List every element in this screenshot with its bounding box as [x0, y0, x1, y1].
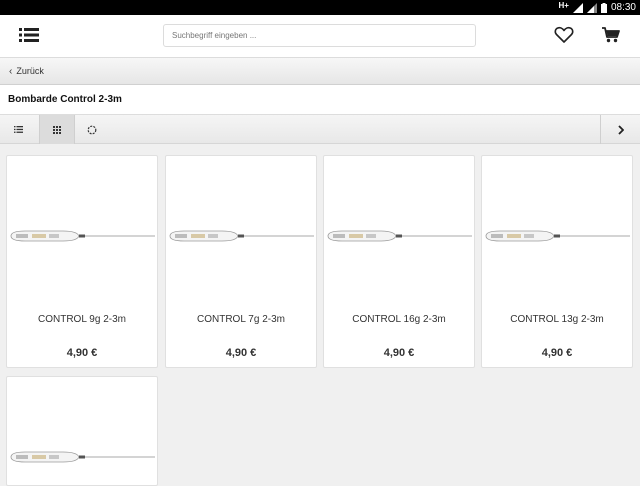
grid-view-button[interactable]: [39, 115, 75, 144]
product-name: CONTROL 16g 2-3m: [352, 314, 446, 325]
next-page-button[interactable]: [600, 115, 640, 144]
product-image: [169, 230, 314, 242]
signal-icon: [572, 2, 583, 13]
product-name: CONTROL 7g 2-3m: [197, 314, 285, 325]
grid-icon: [53, 125, 61, 134]
filter-button[interactable]: [74, 115, 110, 144]
chevron-left-icon: ‹: [9, 65, 13, 77]
product-card[interactable]: [6, 376, 158, 486]
page-title: Bombarde Control 2-3m: [8, 94, 122, 105]
product-price: 4,90 €: [383, 347, 415, 359]
heart-icon[interactable]: [554, 26, 574, 44]
search-input[interactable]: [163, 24, 476, 47]
back-bar: ‹ Zurück: [0, 58, 640, 85]
product-image: [327, 230, 472, 242]
view-toolbar: [0, 114, 640, 144]
product-image: [485, 230, 630, 242]
loading-spinner-icon: [87, 125, 97, 134]
product-card[interactable]: CONTROL 9g 2-3m 4,90 €: [6, 155, 158, 368]
list-view-button[interactable]: [0, 115, 36, 144]
back-label: Zurück: [16, 66, 44, 76]
chevron-right-icon: [617, 124, 624, 135]
status-time: 08:30: [610, 2, 636, 13]
battery-icon: [600, 2, 607, 13]
network-type: H+: [558, 1, 569, 10]
product-image: [10, 451, 155, 463]
product-name: CONTROL 13g 2-3m: [510, 314, 604, 325]
back-button[interactable]: ‹ Zurück: [9, 66, 44, 76]
product-image: [10, 230, 155, 242]
product-name: CONTROL 9g 2-3m: [38, 314, 126, 325]
title-bar: Bombarde Control 2-3m: [0, 85, 640, 114]
status-icons: H+ 08:30: [559, 1, 636, 14]
product-price: 4,90 €: [541, 347, 573, 359]
product-card[interactable]: CONTROL 7g 2-3m 4,90 €: [165, 155, 317, 368]
list-icon: [13, 126, 23, 133]
product-card[interactable]: CONTROL 13g 2-3m 4,90 €: [481, 155, 633, 368]
top-bar: [0, 15, 640, 58]
product-card[interactable]: CONTROL 16g 2-3m 4,90 €: [323, 155, 475, 368]
product-price: 4,90 €: [66, 347, 98, 359]
product-price: 4,90 €: [225, 347, 257, 359]
product-grid: CONTROL 9g 2-3m 4,90 € CONTROL 7g 2-3m 4…: [0, 144, 640, 486]
menu-icon[interactable]: [19, 27, 39, 43]
status-bar: H+ 08:30: [0, 0, 640, 15]
signal-strength-icon: [586, 2, 597, 13]
cart-icon[interactable]: [601, 26, 621, 44]
